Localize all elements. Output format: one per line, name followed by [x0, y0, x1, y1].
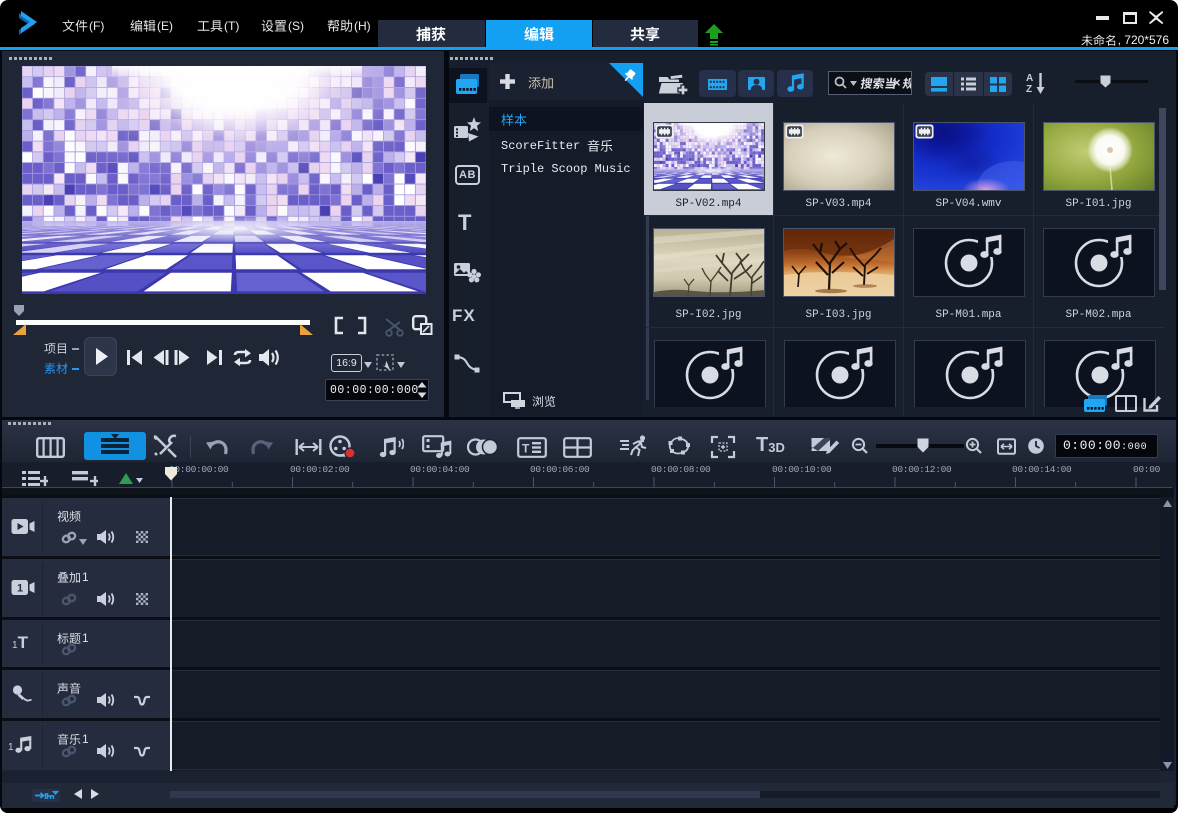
svg-text:1: 1: [17, 583, 23, 595]
svg-text:A: A: [1026, 73, 1033, 84]
svg-text:1: 1: [8, 742, 14, 753]
svg-text:T: T: [522, 442, 530, 456]
svg-text:Z: Z: [1026, 84, 1032, 95]
